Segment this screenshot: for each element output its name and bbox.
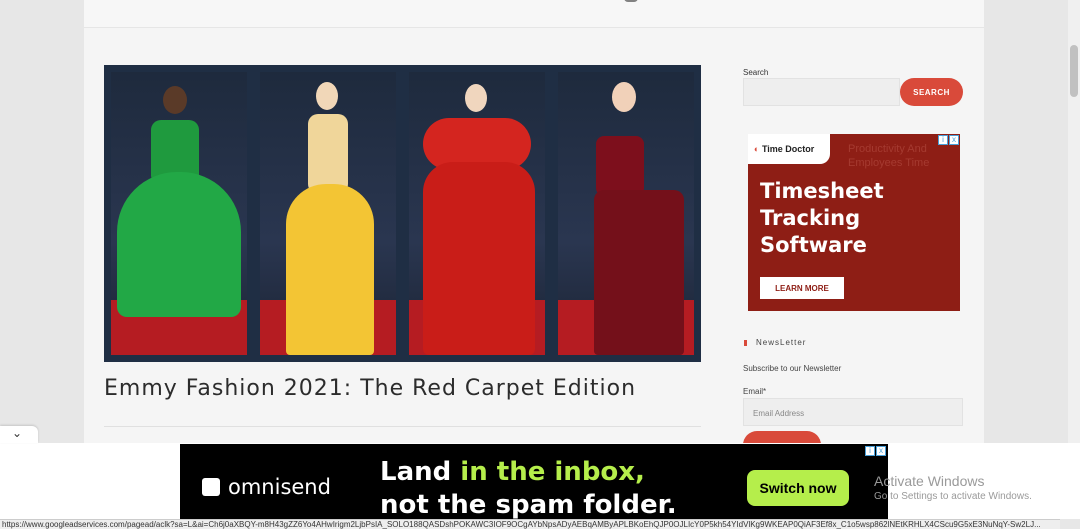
dress-panel-green bbox=[111, 72, 247, 355]
status-bar-url: https://www.googleadservices.com/pagead/… bbox=[0, 519, 1060, 529]
search-label: Search bbox=[743, 68, 769, 77]
post-title[interactable]: Emmy Fashion 2021: The Red Carpet Editio… bbox=[104, 376, 636, 401]
dress-panel-burgundy bbox=[558, 72, 694, 355]
windows-activation-title: Activate Windows bbox=[874, 473, 985, 489]
chevron-down-icon: ⌄ bbox=[12, 426, 23, 440]
ad-close-icon[interactable]: x bbox=[876, 446, 886, 456]
site-header-strip bbox=[84, 0, 984, 28]
email-field[interactable]: Email Address bbox=[743, 398, 963, 426]
ad-ghost-text: Productivity And Employees Time bbox=[848, 143, 930, 169]
adchoices-icon[interactable]: i bbox=[865, 446, 875, 456]
ad-close-icon[interactable]: x bbox=[949, 135, 959, 145]
newsletter-subtitle: Subscribe to our Newsletter bbox=[743, 364, 842, 373]
sidebar-ad[interactable]: ◐ Time Doctor Productivity And Employees… bbox=[748, 134, 960, 311]
time-doctor-icon: ◐ bbox=[754, 144, 760, 154]
ad-collapse-tab[interactable]: ⌄ bbox=[0, 426, 38, 443]
learn-more-button[interactable]: LEARN MORE bbox=[760, 277, 844, 299]
scroll-thumb[interactable] bbox=[1070, 45, 1078, 97]
omnisend-logo-icon bbox=[202, 478, 220, 496]
omnisend-brand: omnisend bbox=[228, 475, 331, 499]
switch-now-button[interactable]: Switch now bbox=[747, 470, 849, 506]
adchoices-icon[interactable]: i bbox=[938, 135, 948, 145]
hero-image[interactable] bbox=[104, 65, 701, 362]
post-divider bbox=[104, 426, 701, 427]
dress-panel-yellow bbox=[260, 72, 396, 355]
ad-brand: Time Doctor bbox=[761, 144, 815, 154]
newsletter-title: NewsLetter bbox=[756, 338, 807, 347]
newsletter-accent bbox=[744, 340, 747, 346]
header-fragment bbox=[624, 0, 638, 2]
omnisend-ad[interactable]: omnisend Land in the inbox, not the spam… bbox=[180, 444, 888, 520]
windows-activation-hint: Go to Settings to activate Windows. bbox=[874, 491, 1032, 502]
search-input[interactable] bbox=[743, 78, 900, 106]
page-scrollbar[interactable] bbox=[1068, 0, 1080, 443]
ad-logo-box: ◐ Time Doctor bbox=[748, 134, 830, 164]
omnisend-headline: Land in the inbox, not the spam folder. bbox=[380, 457, 677, 520]
email-label: Email* bbox=[743, 387, 767, 396]
time-doctor-logo: ◐ Time Doctor bbox=[754, 144, 814, 154]
search-button[interactable]: SEARCH bbox=[900, 78, 963, 106]
ad-headline: Timesheet Tracking Software bbox=[760, 179, 884, 257]
dress-panel-red bbox=[409, 72, 545, 355]
